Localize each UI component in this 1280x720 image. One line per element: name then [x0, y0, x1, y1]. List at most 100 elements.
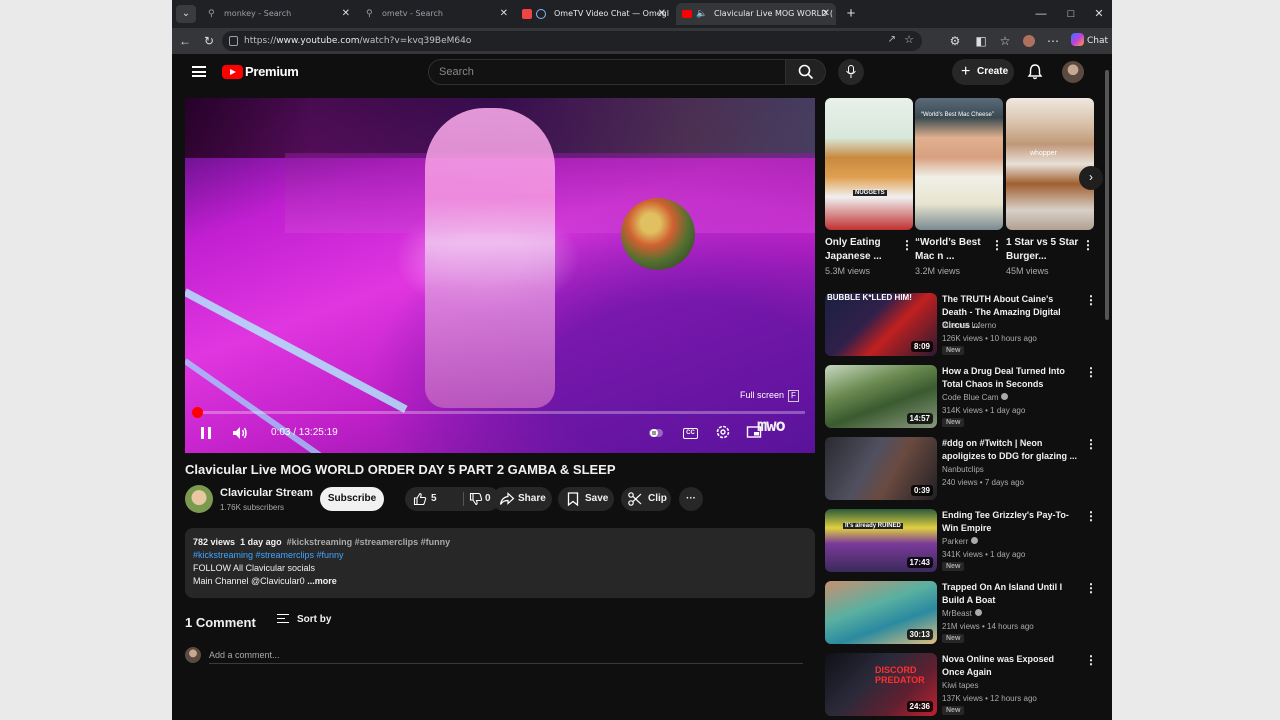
chevron-right-icon[interactable]: › — [1079, 166, 1103, 190]
account-avatar[interactable] — [1062, 61, 1084, 83]
short-thumbnail[interactable]: “World’s Best Mac Cheese” — [915, 98, 1003, 230]
related-video[interactable]: DISCORD PREDATOR 24:36 Nova Online was E… — [825, 653, 1097, 719]
more-actions-button[interactable]: ··· — [679, 487, 703, 511]
short-more-icon[interactable]: ⋮ — [901, 238, 913, 252]
autoplay-toggle[interactable] — [647, 424, 665, 442]
volume-button[interactable] — [231, 424, 249, 442]
search-button[interactable] — [786, 59, 826, 85]
tab-youtube-active[interactable]: 🔈 Clavicular Live MOG WORLD ( ✕ — [676, 3, 836, 25]
close-icon[interactable]: ✕ — [658, 3, 666, 25]
scrollbar-thumb[interactable] — [1105, 70, 1109, 320]
copilot-chat-button[interactable]: Chat — [1070, 31, 1108, 51]
channel-name[interactable]: Nanbutclips — [942, 465, 984, 474]
video-player[interactable]: mwo Full screen F 0:03 / 13:25:19 CC — [185, 98, 815, 453]
extensions-icon[interactable]: ⚙ — [946, 32, 964, 50]
short-thumbnail[interactable]: whopper — [1006, 98, 1094, 230]
channel-name[interactable]: Internet Inferno — [942, 321, 996, 330]
more-icon[interactable]: ⋯ — [1044, 32, 1062, 50]
short-thumbnail[interactable]: NUGGETS — [825, 98, 913, 230]
pause-button[interactable] — [197, 424, 215, 442]
video-duration: 24:36 — [906, 701, 933, 712]
open-in-app-icon[interactable]: ↗ — [888, 34, 896, 45]
more-icon: ··· — [686, 493, 696, 504]
new-badge: New — [942, 634, 965, 643]
tab-ometv-search[interactable]: ⚲ ometv - Search ✕ — [358, 3, 514, 25]
url-bar[interactable]: https://www.youtube.com/watch?v=kvq39BeM… — [222, 31, 922, 51]
short-title[interactable]: Only Eating Japanese ... — [825, 236, 899, 264]
video-title[interactable]: Trapped On An Island Until I Build A Boa… — [942, 581, 1077, 607]
video-thumbnail[interactable]: DISCORD PREDATOR 24:36 — [825, 653, 937, 716]
close-icon[interactable]: ✕ — [500, 3, 508, 25]
channel-name[interactable]: Code Blue Cam — [942, 393, 1009, 402]
more-icon[interactable]: ⋮ — [1085, 437, 1097, 451]
page-scrollbar[interactable] — [1104, 60, 1110, 720]
video-title[interactable]: Nova Online was Exposed Once Again — [942, 653, 1077, 679]
video-thumbnail[interactable]: 14:57 — [825, 365, 937, 428]
miniplayer-icon — [746, 426, 762, 438]
tab-actions-menu[interactable]: ⌄ — [176, 5, 196, 23]
new-tab-button[interactable]: + — [836, 0, 866, 28]
settings-button[interactable] — [714, 424, 732, 442]
close-window-button[interactable]: ✕ — [1084, 0, 1112, 28]
video-thumbnail[interactable]: 0:39 — [825, 437, 937, 500]
more-icon[interactable]: ⋮ — [1085, 293, 1097, 307]
close-icon[interactable]: ✕ — [822, 3, 830, 25]
channel-name[interactable]: MrBeast — [942, 609, 982, 618]
voice-search-button[interactable] — [838, 59, 864, 85]
related-video[interactable]: 14:57 How a Drug Deal Turned Into Total … — [825, 365, 1097, 431]
more-icon[interactable]: ⋮ — [1085, 509, 1097, 523]
star-icon[interactable]: ☆ — [904, 33, 914, 46]
channel-name[interactable]: Clavicular Stream — [220, 487, 313, 499]
video-thumbnail[interactable]: 30:13 — [825, 581, 937, 644]
site-info-icon[interactable] — [229, 36, 238, 46]
captions-button[interactable]: CC — [683, 428, 698, 439]
tab-ometv-chat[interactable]: OmeTV Video Chat — Omegl ✕ — [516, 3, 672, 25]
related-video[interactable]: It's already RUINED 17:43 Ending Tee Gri… — [825, 509, 1097, 575]
favorites-icon[interactable]: ☆ — [996, 32, 1014, 50]
maximize-button[interactable]: □ — [1056, 0, 1086, 28]
save-button[interactable]: Save — [558, 487, 614, 511]
video-title[interactable]: How a Drug Deal Turned Into Total Chaos … — [942, 365, 1077, 391]
short-more-icon[interactable]: ⋮ — [991, 238, 1003, 252]
add-comment-input[interactable]: Add a comment... — [209, 650, 803, 664]
share-button[interactable]: Share — [492, 487, 552, 511]
tab-monkey-search[interactable]: ⚲ monkey - Search ✕ — [200, 3, 356, 25]
more-icon[interactable]: ⋮ — [1085, 365, 1097, 379]
bell-icon[interactable] — [1026, 63, 1044, 81]
back-icon[interactable]: ← — [176, 32, 194, 50]
clip-button[interactable]: Clip — [621, 487, 671, 511]
short-more-icon[interactable]: ⋮ — [1082, 238, 1094, 252]
short-title[interactable]: 1 Star vs 5 Star Burger... — [1006, 236, 1080, 264]
reload-icon[interactable]: ↻ — [200, 32, 218, 50]
more-icon[interactable]: ⋮ — [1085, 581, 1097, 595]
video-thumbnail[interactable]: It's already RUINED 17:43 — [825, 509, 937, 572]
like-button[interactable]: 5 — [405, 487, 463, 511]
more-icon[interactable]: ⋮ — [1085, 653, 1097, 667]
search-input[interactable]: Search — [428, 59, 786, 85]
show-more-link[interactable]: ...more — [307, 576, 337, 586]
miniplayer-button[interactable] — [745, 424, 763, 442]
related-video[interactable]: BUBBLE K*LLED HIM! 8:09 The TRUTH About … — [825, 293, 1097, 359]
channel-name[interactable]: Parkerr — [942, 537, 979, 546]
description-box[interactable]: 782 views 1 day ago #kickstreaming #stre… — [185, 528, 815, 598]
channel-avatar[interactable] — [185, 485, 213, 513]
video-title[interactable]: #ddg on #Twitch | Neon apoligizes to DDG… — [942, 437, 1077, 463]
video-duration: 14:57 — [906, 413, 933, 424]
channel-watermark[interactable]: mwo — [757, 416, 813, 452]
progress-bar[interactable] — [192, 407, 805, 418]
create-button[interactable]: + Create — [952, 59, 1014, 85]
related-video[interactable]: 30:13 Trapped On An Island Until I Build… — [825, 581, 1097, 647]
video-title[interactable]: Ending Tee Grizzley's Pay-To-Win Empire — [942, 509, 1077, 535]
minimize-button[interactable]: — — [1026, 0, 1056, 28]
video-thumbnail[interactable]: BUBBLE K*LLED HIM! 8:09 — [825, 293, 937, 356]
split-screen-icon[interactable]: ◧ — [972, 32, 990, 50]
related-video[interactable]: 0:39 #ddg on #Twitch | Neon apoligizes t… — [825, 437, 1097, 503]
channel-name[interactable]: Kiwi tapes — [942, 681, 978, 690]
close-icon[interactable]: ✕ — [342, 3, 350, 25]
subscribe-button[interactable]: Subscribe — [320, 487, 384, 511]
profile-icon[interactable] — [1020, 32, 1038, 50]
description-hashtags[interactable]: #kickstreaming #streamerclips #funny — [193, 550, 344, 560]
sort-comments-button[interactable]: Sort by — [277, 614, 331, 625]
menu-icon[interactable] — [192, 66, 206, 77]
short-title[interactable]: “World’s Best Mac n ... — [915, 236, 989, 264]
